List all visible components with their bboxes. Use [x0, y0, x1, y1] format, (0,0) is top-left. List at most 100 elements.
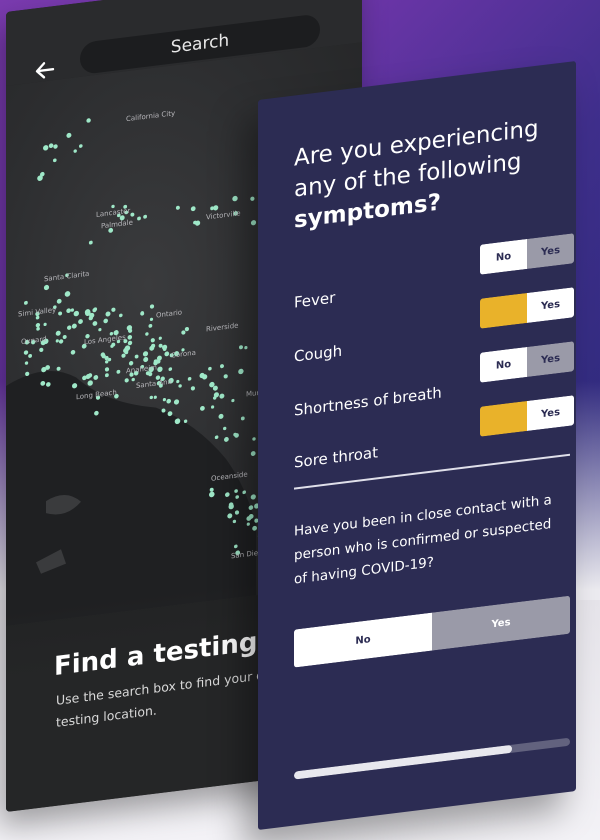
- testing-location-dot[interactable]: [71, 323, 77, 329]
- testing-location-dot[interactable]: [223, 374, 228, 379]
- testing-location-dot[interactable]: [105, 360, 109, 364]
- testing-location-dot[interactable]: [181, 330, 186, 335]
- testing-location-dot[interactable]: [78, 319, 83, 324]
- testing-location-dot[interactable]: [150, 338, 155, 343]
- testing-location-dot[interactable]: [140, 311, 145, 316]
- close-contact-no-option[interactable]: No: [294, 612, 432, 668]
- testing-location-dot[interactable]: [56, 298, 62, 304]
- testing-location-dot[interactable]: [239, 345, 243, 350]
- testing-location-dot[interactable]: [28, 354, 33, 358]
- close-contact-toggle[interactable]: No Yes: [294, 595, 570, 668]
- testing-location-dot[interactable]: [149, 395, 154, 400]
- testing-location-dot[interactable]: [211, 405, 215, 409]
- testing-location-dot[interactable]: [111, 307, 116, 312]
- testing-location-dot[interactable]: [184, 326, 189, 332]
- fever-toggle[interactable]: No Yes: [480, 233, 574, 275]
- testing-location-dot[interactable]: [148, 323, 153, 328]
- back-arrow-icon[interactable]: [34, 58, 56, 83]
- testing-location-dot[interactable]: [240, 416, 245, 421]
- testing-location-dot[interactable]: [173, 399, 180, 405]
- testing-location-dot[interactable]: [88, 240, 93, 245]
- testing-location-dot[interactable]: [82, 375, 87, 381]
- testing-location-dot[interactable]: [116, 369, 121, 374]
- testing-location-dot[interactable]: [143, 214, 148, 219]
- testing-location-dot[interactable]: [92, 308, 97, 313]
- testing-location-dot[interactable]: [70, 349, 76, 355]
- testing-location-dot[interactable]: [119, 313, 123, 318]
- testing-location-dot[interactable]: [98, 328, 102, 332]
- cough-toggle[interactable]: Yes: [480, 287, 574, 329]
- shortness-yes-option[interactable]: Yes: [527, 341, 574, 377]
- testing-location-dot[interactable]: [238, 368, 244, 375]
- testing-location-dot[interactable]: [219, 393, 225, 399]
- testing-location-dot[interactable]: [153, 395, 157, 399]
- testing-location-dot[interactable]: [73, 310, 80, 317]
- sore-throat-toggle[interactable]: Yes: [480, 395, 574, 437]
- testing-location-dot[interactable]: [218, 413, 224, 420]
- testing-location-dot[interactable]: [37, 175, 43, 181]
- testing-location-dot[interactable]: [232, 195, 238, 202]
- testing-location-dot[interactable]: [187, 377, 192, 381]
- testing-location-dot[interactable]: [93, 375, 99, 380]
- testing-location-dot[interactable]: [56, 366, 61, 371]
- sore-throat-no-option[interactable]: [480, 400, 527, 437]
- testing-location-dot[interactable]: [70, 308, 75, 312]
- testing-location-dot[interactable]: [127, 334, 133, 340]
- testing-location-dot[interactable]: [105, 311, 111, 317]
- testing-location-dot[interactable]: [149, 317, 154, 322]
- testing-location-dot[interactable]: [158, 343, 163, 348]
- testing-location-dot[interactable]: [58, 339, 64, 344]
- shortness-of-breath-toggle[interactable]: No Yes: [480, 341, 574, 383]
- testing-location-dot[interactable]: [58, 311, 63, 316]
- testing-location-dot[interactable]: [145, 332, 149, 336]
- testing-location-dot[interactable]: [176, 379, 180, 384]
- testing-location-dot[interactable]: [53, 158, 57, 163]
- testing-location-dot[interactable]: [250, 196, 255, 201]
- testing-location-dot[interactable]: [142, 351, 149, 357]
- testing-location-dot[interactable]: [156, 355, 162, 361]
- testing-location-dot[interactable]: [164, 351, 170, 357]
- testing-location-dot[interactable]: [143, 357, 149, 363]
- testing-location-dot[interactable]: [67, 325, 72, 330]
- testing-location-dot[interactable]: [190, 206, 196, 212]
- testing-location-dot[interactable]: [24, 361, 29, 365]
- testing-location-dot[interactable]: [166, 398, 171, 404]
- testing-location-dot[interactable]: [214, 435, 219, 440]
- sore-throat-yes-option[interactable]: Yes: [527, 395, 574, 431]
- testing-location-dot[interactable]: [178, 384, 182, 388]
- testing-location-dot[interactable]: [55, 330, 61, 336]
- testing-location-dot[interactable]: [250, 494, 256, 500]
- testing-location-dot[interactable]: [104, 367, 110, 372]
- cough-yes-option[interactable]: Yes: [527, 287, 574, 323]
- testing-location-dot[interactable]: [36, 327, 40, 331]
- testing-location-dot[interactable]: [210, 206, 215, 211]
- testing-location-dot[interactable]: [121, 353, 126, 358]
- testing-location-dot[interactable]: [48, 143, 54, 148]
- testing-location-dot[interactable]: [200, 405, 205, 411]
- testing-location-dot[interactable]: [79, 144, 83, 148]
- testing-location-dot[interactable]: [43, 145, 49, 151]
- testing-location-dot[interactable]: [131, 377, 135, 382]
- testing-location-dot[interactable]: [223, 426, 227, 431]
- testing-location-dot[interactable]: [53, 144, 58, 149]
- testing-location-dot[interactable]: [73, 149, 77, 153]
- testing-location-dot[interactable]: [183, 419, 188, 423]
- testing-location-dot[interactable]: [134, 354, 139, 359]
- shortness-no-option[interactable]: No: [480, 346, 527, 383]
- fever-yes-option[interactable]: Yes: [527, 233, 574, 269]
- testing-location-dot[interactable]: [158, 336, 162, 340]
- testing-location-dot[interactable]: [35, 322, 41, 328]
- testing-location-dot[interactable]: [252, 437, 256, 441]
- testing-location-dot[interactable]: [224, 437, 229, 442]
- cough-no-option[interactable]: [480, 292, 527, 329]
- testing-location-dot[interactable]: [250, 220, 257, 226]
- testing-location-dot[interactable]: [24, 300, 28, 305]
- testing-location-dot[interactable]: [66, 308, 71, 314]
- fever-no-option[interactable]: No: [480, 238, 527, 275]
- testing-location-dot[interactable]: [87, 380, 93, 386]
- testing-location-dot[interactable]: [149, 345, 155, 351]
- testing-location-dot[interactable]: [190, 386, 195, 391]
- testing-location-dot[interactable]: [39, 347, 44, 353]
- testing-location-dot[interactable]: [208, 366, 212, 371]
- testing-location-dot[interactable]: [213, 396, 217, 400]
